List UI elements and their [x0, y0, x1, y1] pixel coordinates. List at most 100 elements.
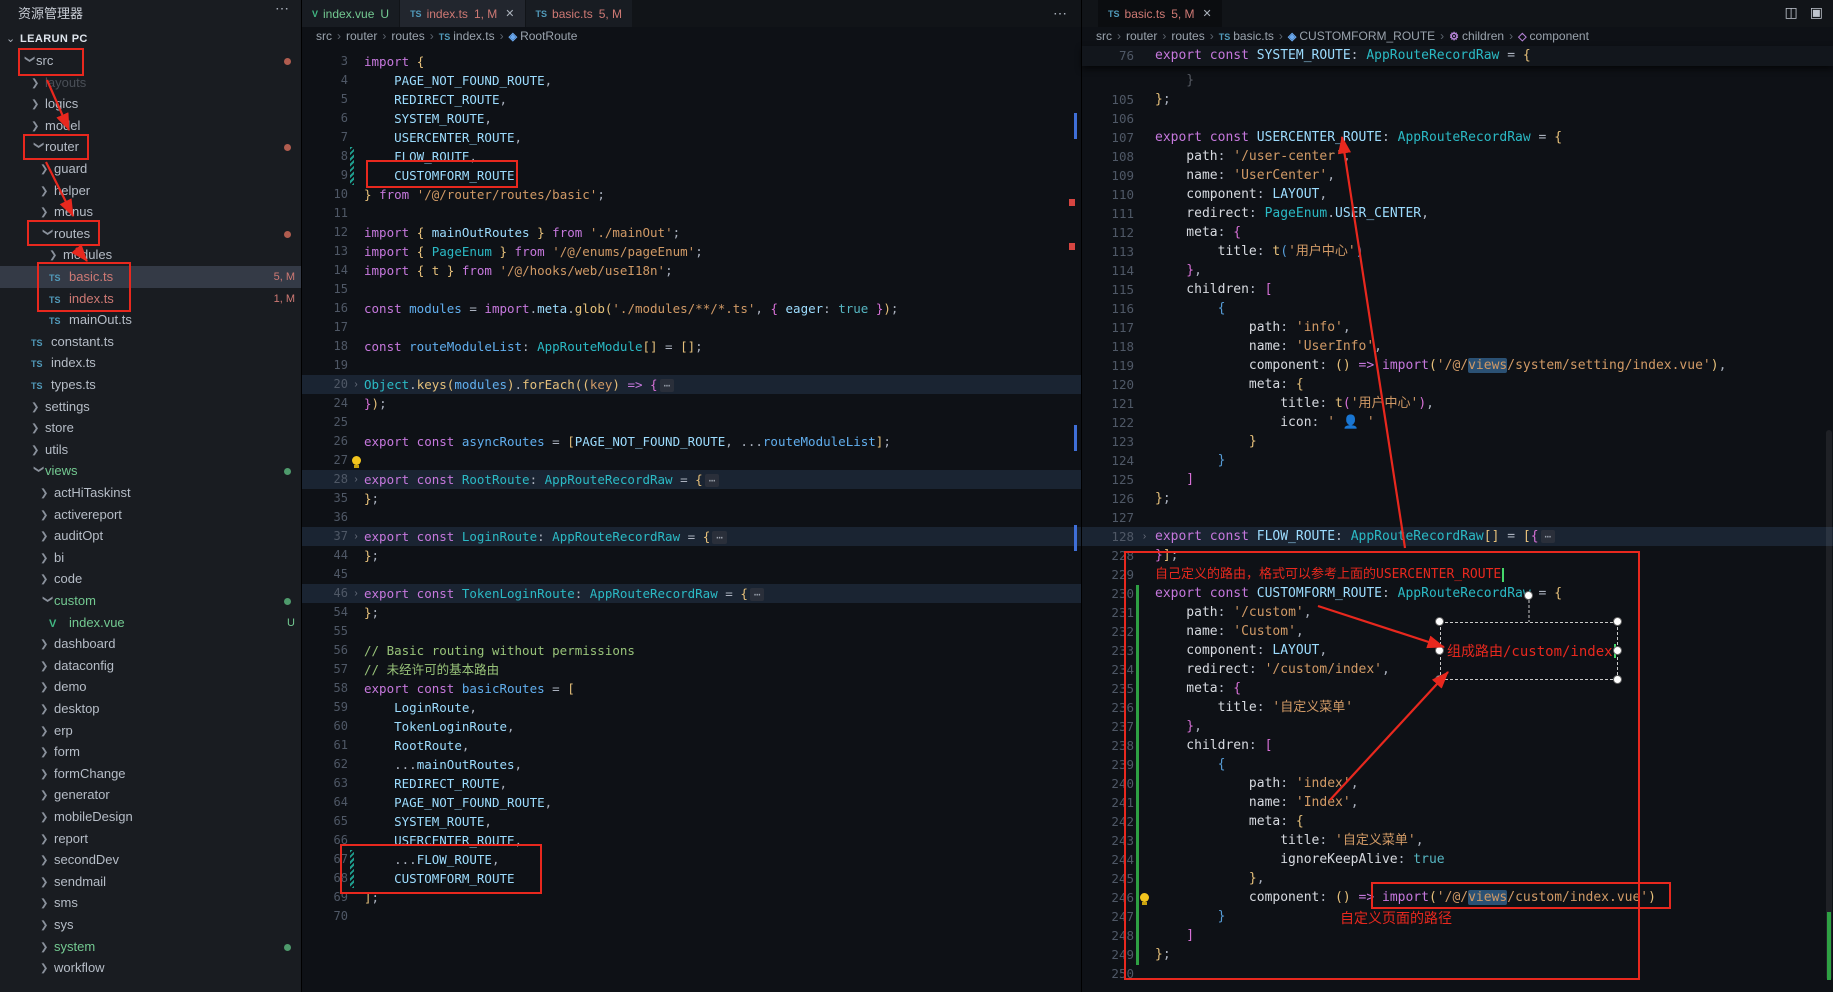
code-line-36[interactable]: 36: [302, 508, 1081, 527]
tree-item-layouts[interactable]: ❯layouts: [0, 72, 301, 94]
tab-basic-ts[interactable]: TSbasic.ts5, M: [526, 0, 633, 27]
tree-item-views[interactable]: ❯views: [0, 460, 301, 482]
tree-item-mobileDesign[interactable]: ❯mobileDesign: [0, 806, 301, 828]
code-line-125[interactable]: 125 ]: [1082, 470, 1833, 489]
code-line-238[interactable]: 238 children: [: [1082, 736, 1833, 755]
editor-layout-icon[interactable]: ▣: [1810, 4, 1823, 20]
code-line-59[interactable]: 59 LoginRoute,: [302, 698, 1081, 717]
code-line-115[interactable]: 115 children: [: [1082, 280, 1833, 299]
code-line-67[interactable]: 67 ...FLOW_ROUTE,: [302, 850, 1081, 869]
code-line-124[interactable]: 124 }: [1082, 451, 1833, 470]
split-editor-icon[interactable]: ◫: [1785, 4, 1798, 20]
code-line-58[interactable]: 58export const basicRoutes = [: [302, 679, 1081, 698]
code-line-246[interactable]: 246 component: () => import('/@/views/cu…: [1082, 888, 1833, 907]
code-line-111[interactable]: 111 redirect: PageEnum.USER_CENTER,: [1082, 204, 1833, 223]
breadcrumb-item-src[interactable]: src: [316, 29, 332, 43]
code-line-108[interactable]: 108 path: '/user-center',: [1082, 147, 1833, 166]
close-icon[interactable]: ✕: [505, 7, 514, 20]
breadcrumb-item-children[interactable]: ⚙children: [1449, 29, 1504, 43]
more-actions-icon[interactable]: ⋯: [275, 0, 289, 17]
code-line-8[interactable]: 8 FLOW_ROUTE,: [302, 147, 1081, 166]
code-line-11[interactable]: 11: [302, 204, 1081, 223]
tree-item-src[interactable]: ❯src: [0, 50, 301, 72]
code-line-236[interactable]: 236 title: '自定义菜单': [1082, 698, 1833, 717]
tree-item-actHiTaskinst[interactable]: ❯actHiTaskinst: [0, 482, 301, 504]
code-line-54[interactable]: 54};: [302, 603, 1081, 622]
code-line-16[interactable]: 16const modules = import.meta.glob('./mo…: [302, 299, 1081, 318]
tree-item-routes[interactable]: ❯routes: [0, 223, 301, 245]
code-line-230[interactable]: 230export const CUSTOMFORM_ROUTE: AppRou…: [1082, 584, 1833, 603]
tree-item-index-ts[interactable]: TSindex.ts1, M: [0, 288, 301, 310]
scrollbar[interactable]: [1826, 430, 1832, 980]
code-line-70[interactable]: 70: [302, 907, 1081, 926]
resize-handle[interactable]: [1435, 646, 1444, 655]
code-line-127[interactable]: 127: [1082, 508, 1833, 527]
code-line-123[interactable]: 123 }: [1082, 432, 1833, 451]
code-line-5[interactable]: 5 REDIRECT_ROUTE,: [302, 90, 1081, 109]
resize-handle[interactable]: [1435, 675, 1444, 684]
resize-handle[interactable]: [1613, 675, 1622, 684]
tree-item-menus[interactable]: ❯menus: [0, 201, 301, 223]
code-line-14[interactable]: 14import { t } from '/@/hooks/web/useI18…: [302, 261, 1081, 280]
tree-item-formChange[interactable]: ❯formChange: [0, 763, 301, 785]
code-line-26[interactable]: 26export const asyncRoutes = [PAGE_NOT_F…: [302, 432, 1081, 451]
code-line-10[interactable]: 10} from '/@/router/routes/basic';: [302, 185, 1081, 204]
breadcrumb-item-CUSTOMFORM_ROUTE[interactable]: ◈CUSTOMFORM_ROUTE: [1288, 29, 1435, 43]
tree-item-logics[interactable]: ❯logics: [0, 93, 301, 115]
tree-item-constant-ts[interactable]: TSconstant.ts: [0, 331, 301, 353]
tree-item-desktop[interactable]: ❯desktop: [0, 698, 301, 720]
tree-item-code[interactable]: ❯code: [0, 568, 301, 590]
code-line-60[interactable]: 60 TokenLoginRoute,: [302, 717, 1081, 736]
code-line-237[interactable]: 237 },: [1082, 717, 1833, 736]
tab-basic-ts[interactable]: TSbasic.ts5, M✕: [1098, 0, 1222, 27]
code-line-239[interactable]: 239 {: [1082, 755, 1833, 774]
workspace-header[interactable]: ⌄LEARUN PC: [0, 28, 301, 50]
code-line-62[interactable]: 62 ...mainOutRoutes,: [302, 755, 1081, 774]
code-line-61[interactable]: 61 RootRoute,: [302, 736, 1081, 755]
code-line-109[interactable]: 109 name: 'UserCenter',: [1082, 166, 1833, 185]
tree-item-sms[interactable]: ❯sms: [0, 892, 301, 914]
tree-item-settings[interactable]: ❯settings: [0, 396, 301, 418]
code-line-25[interactable]: 25: [302, 413, 1081, 432]
code-line-118[interactable]: 118 name: 'UserInfo',: [1082, 337, 1833, 356]
lightbulb-icon[interactable]: [1140, 893, 1149, 902]
code-line-17[interactable]: 17: [302, 318, 1081, 337]
tab-index-vue[interactable]: Vindex.vueU: [302, 0, 399, 27]
code-line-15[interactable]: 15: [302, 280, 1081, 299]
code-line-20[interactable]: 20›Object.keys(modules).forEach((key) =>…: [302, 375, 1081, 394]
code-line-116[interactable]: 116 {: [1082, 299, 1833, 318]
code-line-247[interactable]: 247 }: [1082, 907, 1833, 926]
code-line-244[interactable]: 244 ignoreKeepAlive: true: [1082, 850, 1833, 869]
tree-item-custom[interactable]: ❯custom: [0, 590, 301, 612]
tree-item-form[interactable]: ❯form: [0, 741, 301, 763]
tree-item-types-ts[interactable]: TStypes.ts: [0, 374, 301, 396]
code-line-229[interactable]: 229自己定义的路由，格式可以参考上面的USERCENTER_ROUTE: [1082, 565, 1833, 584]
tree-item-helper[interactable]: ❯helper: [0, 180, 301, 202]
fold-chevron-icon[interactable]: ›: [1134, 527, 1155, 546]
breadcrumb-item-basic-ts[interactable]: TSbasic.ts: [1219, 29, 1274, 43]
code-line-243[interactable]: 243 title: '自定义菜单',: [1082, 831, 1833, 850]
tab-overflow-icon[interactable]: ⋯: [1053, 5, 1067, 22]
code-line-56[interactable]: 56// Basic routing without permissions: [302, 641, 1081, 660]
code-line-6[interactable]: 6 SYSTEM_ROUTE,: [302, 109, 1081, 128]
code-line-28[interactable]: 28›export const RootRoute: AppRouteRecor…: [302, 470, 1081, 489]
code-line-18[interactable]: 18const routeModuleList: AppRouteModule[…: [302, 337, 1081, 356]
tree-item-mainOut-ts[interactable]: TSmainOut.ts: [0, 309, 301, 331]
tree-item-index-ts[interactable]: TSindex.ts: [0, 352, 301, 374]
code-line-235[interactable]: 235 meta: {: [1082, 679, 1833, 698]
breadcrumb-item-routes[interactable]: routes: [391, 29, 424, 43]
code-line-241[interactable]: 241 name: 'Index',: [1082, 793, 1833, 812]
code-line-250[interactable]: 250: [1082, 964, 1833, 983]
code-line-240[interactable]: 240 path: 'index',: [1082, 774, 1833, 793]
tree-item-dashboard[interactable]: ❯dashboard: [0, 633, 301, 655]
code-line-105[interactable]: 105};: [1082, 90, 1833, 109]
breadcrumb-item-router[interactable]: router: [346, 29, 377, 43]
tree-item-secondDev[interactable]: ❯secondDev: [0, 849, 301, 871]
code-line-65[interactable]: 65 SYSTEM_ROUTE,: [302, 812, 1081, 831]
code-line-242[interactable]: 242 meta: {: [1082, 812, 1833, 831]
code-line-112[interactable]: 112 meta: {: [1082, 223, 1833, 242]
tree-item-activereport[interactable]: ❯activereport: [0, 504, 301, 526]
code-line-248[interactable]: 248 ]: [1082, 926, 1833, 945]
code-line-69[interactable]: 69];: [302, 888, 1081, 907]
code-line-64[interactable]: 64 PAGE_NOT_FOUND_ROUTE,: [302, 793, 1081, 812]
